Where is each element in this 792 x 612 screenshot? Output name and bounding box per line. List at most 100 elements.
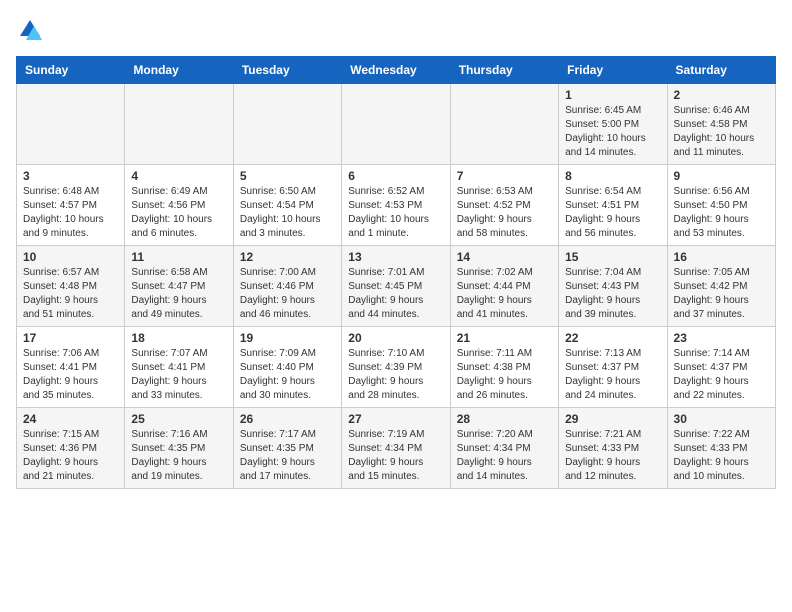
day-info: Sunrise: 7:01 AM Sunset: 4:45 PM Dayligh… [348,266,443,322]
weekday-header: Saturday [667,57,775,84]
calendar-cell: 1 Sunrise: 6:45 AM Sunset: 5:00 PM Daylig… [559,84,667,165]
day-number: 10 [23,250,118,264]
day-number: 12 [240,250,335,264]
day-info: Sunrise: 7:14 AM Sunset: 4:37 PM Dayligh… [674,347,769,403]
day-number: 22 [565,331,660,345]
calendar-cell: 7Sunrise: 6:53 AM Sunset: 4:52 PM Daylig… [450,165,558,246]
day-info: Sunrise: 6:52 AM Sunset: 4:53 PM Dayligh… [348,185,443,241]
day-number: 8 [565,169,660,183]
day-number: 6 [348,169,443,183]
weekday-header-row: SundayMondayTuesdayWednesdayThursdayFrid… [17,57,776,84]
day-info: Sunrise: 7:00 AM Sunset: 4:46 PM Dayligh… [240,266,335,322]
calendar-cell [233,84,341,165]
day-number: 3 [23,169,118,183]
day-number: 28 [457,412,552,426]
calendar-cell: 12 Sunrise: 7:00 AM Sunset: 4:46 PM Dayli… [233,246,341,327]
calendar-cell [17,84,125,165]
calendar-cell: 11Sunrise: 6:58 AM Sunset: 4:47 PM Dayli… [125,246,233,327]
day-number: 20 [348,331,443,345]
page-header [16,16,776,44]
calendar-cell: 15 Sunrise: 7:04 AM Sunset: 4:43 PM Dayli… [559,246,667,327]
day-number: 23 [674,331,769,345]
weekday-header: Sunday [17,57,125,84]
calendar-week-row: 3 Sunrise: 6:48 AM Sunset: 4:57 PM Daylig… [17,165,776,246]
day-info: Sunrise: 6:57 AM Sunset: 4:48 PM Dayligh… [23,266,118,322]
calendar-cell: 18 Sunrise: 7:07 AM Sunset: 4:41 PM Dayli… [125,327,233,408]
day-info: Sunrise: 7:11 AM Sunset: 4:38 PM Dayligh… [457,347,552,403]
weekday-header: Tuesday [233,57,341,84]
calendar-cell: 13 Sunrise: 7:01 AM Sunset: 4:45 PM Dayli… [342,246,450,327]
logo [16,16,48,44]
day-number: 18 [131,331,226,345]
day-info: Sunrise: 7:09 AM Sunset: 4:40 PM Dayligh… [240,347,335,403]
calendar-cell [342,84,450,165]
calendar-week-row: 10 Sunrise: 6:57 AM Sunset: 4:48 PM Dayli… [17,246,776,327]
day-info: Sunrise: 7:07 AM Sunset: 4:41 PM Dayligh… [131,347,226,403]
day-info: Sunrise: 6:53 AM Sunset: 4:52 PM Dayligh… [457,185,552,241]
calendar-cell: 16 Sunrise: 7:05 AM Sunset: 4:42 PM Dayli… [667,246,775,327]
day-number: 26 [240,412,335,426]
day-info: Sunrise: 6:48 AM Sunset: 4:57 PM Dayligh… [23,185,118,241]
day-number: 16 [674,250,769,264]
calendar-cell: 22 Sunrise: 7:13 AM Sunset: 4:37 PM Dayli… [559,327,667,408]
calendar-cell: 4 Sunrise: 6:49 AM Sunset: 4:56 PM Daylig… [125,165,233,246]
calendar-cell: 5 Sunrise: 6:50 AM Sunset: 4:54 PM Daylig… [233,165,341,246]
day-number: 30 [674,412,769,426]
day-info: Sunrise: 7:19 AM Sunset: 4:34 PM Dayligh… [348,428,443,484]
day-info: Sunrise: 7:04 AM Sunset: 4:43 PM Dayligh… [565,266,660,322]
day-info: Sunrise: 6:45 AM Sunset: 5:00 PM Dayligh… [565,104,660,160]
calendar-cell: 8Sunrise: 6:54 AM Sunset: 4:51 PM Daylig… [559,165,667,246]
day-number: 21 [457,331,552,345]
day-info: Sunrise: 7:10 AM Sunset: 4:39 PM Dayligh… [348,347,443,403]
day-number: 9 [674,169,769,183]
calendar-cell: 3 Sunrise: 6:48 AM Sunset: 4:57 PM Daylig… [17,165,125,246]
weekday-header: Wednesday [342,57,450,84]
day-info: Sunrise: 6:58 AM Sunset: 4:47 PM Dayligh… [131,266,226,322]
day-info: Sunrise: 7:05 AM Sunset: 4:42 PM Dayligh… [674,266,769,322]
day-info: Sunrise: 6:56 AM Sunset: 4:50 PM Dayligh… [674,185,769,241]
day-number: 24 [23,412,118,426]
calendar-week-row: 17Sunrise: 7:06 AM Sunset: 4:41 PM Dayli… [17,327,776,408]
calendar-cell: 28 Sunrise: 7:20 AM Sunset: 4:34 PM Dayli… [450,408,558,489]
day-info: Sunrise: 7:15 AM Sunset: 4:36 PM Dayligh… [23,428,118,484]
day-number: 5 [240,169,335,183]
calendar-cell: 19 Sunrise: 7:09 AM Sunset: 4:40 PM Dayli… [233,327,341,408]
calendar-cell: 20 Sunrise: 7:10 AM Sunset: 4:39 PM Dayli… [342,327,450,408]
calendar-cell: 23 Sunrise: 7:14 AM Sunset: 4:37 PM Dayli… [667,327,775,408]
day-number: 1 [565,88,660,102]
day-info: Sunrise: 7:17 AM Sunset: 4:35 PM Dayligh… [240,428,335,484]
day-info: Sunrise: 7:16 AM Sunset: 4:35 PM Dayligh… [131,428,226,484]
calendar-cell: 2 Sunrise: 6:46 AM Sunset: 4:58 PM Daylig… [667,84,775,165]
day-info: Sunrise: 7:02 AM Sunset: 4:44 PM Dayligh… [457,266,552,322]
calendar-cell: 9 Sunrise: 6:56 AM Sunset: 4:50 PM Daylig… [667,165,775,246]
day-number: 25 [131,412,226,426]
day-info: Sunrise: 7:13 AM Sunset: 4:37 PM Dayligh… [565,347,660,403]
weekday-header: Friday [559,57,667,84]
day-info: Sunrise: 7:21 AM Sunset: 4:33 PM Dayligh… [565,428,660,484]
day-info: Sunrise: 7:20 AM Sunset: 4:34 PM Dayligh… [457,428,552,484]
weekday-header: Thursday [450,57,558,84]
day-number: 19 [240,331,335,345]
calendar-cell [450,84,558,165]
day-info: Sunrise: 6:50 AM Sunset: 4:54 PM Dayligh… [240,185,335,241]
calendar-cell: 6 Sunrise: 6:52 AM Sunset: 4:53 PM Daylig… [342,165,450,246]
calendar-cell: 10 Sunrise: 6:57 AM Sunset: 4:48 PM Dayli… [17,246,125,327]
calendar-cell: 27 Sunrise: 7:19 AM Sunset: 4:34 PM Dayli… [342,408,450,489]
day-number: 15 [565,250,660,264]
day-number: 13 [348,250,443,264]
calendar-week-row: 24 Sunrise: 7:15 AM Sunset: 4:36 PM Dayli… [17,408,776,489]
calendar-cell: 30 Sunrise: 7:22 AM Sunset: 4:33 PM Dayli… [667,408,775,489]
day-info: Sunrise: 6:49 AM Sunset: 4:56 PM Dayligh… [131,185,226,241]
day-number: 2 [674,88,769,102]
day-number: 4 [131,169,226,183]
calendar-week-row: 1 Sunrise: 6:45 AM Sunset: 5:00 PM Daylig… [17,84,776,165]
day-info: Sunrise: 7:22 AM Sunset: 4:33 PM Dayligh… [674,428,769,484]
calendar-cell: 26 Sunrise: 7:17 AM Sunset: 4:35 PM Dayli… [233,408,341,489]
calendar-cell: 29 Sunrise: 7:21 AM Sunset: 4:33 PM Dayli… [559,408,667,489]
day-info: Sunrise: 6:46 AM Sunset: 4:58 PM Dayligh… [674,104,769,160]
day-number: 29 [565,412,660,426]
weekday-header: Monday [125,57,233,84]
calendar-cell: 25 Sunrise: 7:16 AM Sunset: 4:35 PM Dayli… [125,408,233,489]
day-number: 27 [348,412,443,426]
logo-icon [16,16,44,44]
